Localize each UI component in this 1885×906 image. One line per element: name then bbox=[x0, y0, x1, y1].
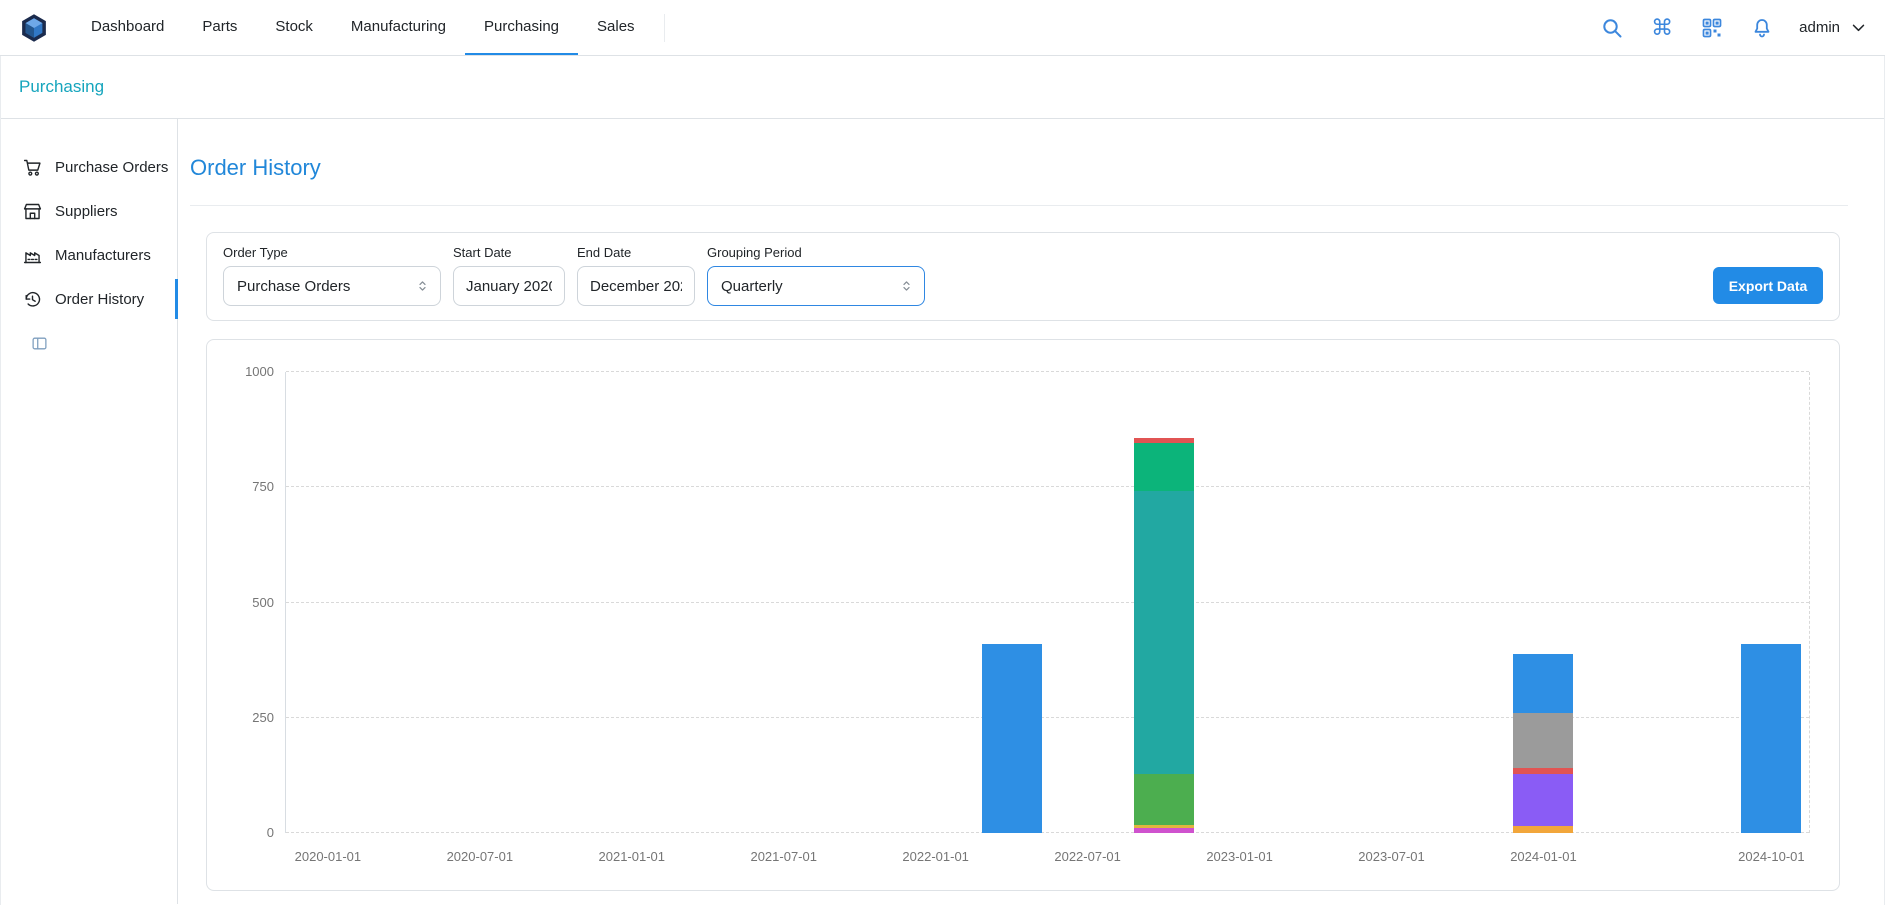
end-date-label: End Date bbox=[577, 245, 695, 260]
tab-manufacturing[interactable]: Manufacturing bbox=[332, 0, 465, 55]
x-tick-label: 2020-07-01 bbox=[447, 849, 514, 864]
end-date-group: End Date bbox=[577, 245, 695, 306]
bar-segment bbox=[1513, 826, 1573, 833]
x-tick-label: 2021-01-01 bbox=[599, 849, 666, 864]
x-tick-label: 2023-01-01 bbox=[1206, 849, 1273, 864]
main-tabs: Dashboard Parts Stock Manufacturing Purc… bbox=[72, 0, 654, 55]
filter-panel: Order Type Purchase Orders Start Date bbox=[206, 232, 1840, 321]
sidebar-item-label: Suppliers bbox=[55, 203, 118, 220]
y-gridline: 250 bbox=[286, 717, 1809, 718]
stacked-bar-2022-10-01[interactable] bbox=[1134, 438, 1194, 834]
grouping-period-select[interactable]: Quarterly bbox=[707, 266, 925, 306]
bar-segment bbox=[1513, 654, 1573, 713]
stacked-bar-2024-01-01[interactable] bbox=[1513, 654, 1573, 833]
bell-icon[interactable] bbox=[1749, 15, 1775, 41]
order-type-group: Order Type Purchase Orders bbox=[223, 245, 441, 306]
chevron-down-icon bbox=[1850, 19, 1867, 36]
order-type-label: Order Type bbox=[223, 245, 441, 260]
y-gridline: 0 bbox=[286, 832, 1809, 833]
tab-purchasing[interactable]: Purchasing bbox=[465, 0, 578, 55]
x-tick-label: 2021-07-01 bbox=[750, 849, 817, 864]
sidebar-item-purchase-orders[interactable]: Purchase Orders bbox=[1, 145, 177, 189]
order-type-select[interactable]: Purchase Orders bbox=[223, 266, 441, 306]
x-tick-label: 2023-07-01 bbox=[1358, 849, 1425, 864]
factory-icon bbox=[21, 244, 43, 266]
start-date-label: Start Date bbox=[453, 245, 565, 260]
bar-segment bbox=[1513, 774, 1573, 826]
tab-sales[interactable]: Sales bbox=[578, 0, 654, 55]
y-tick-label: 500 bbox=[252, 595, 274, 610]
navbar-divider bbox=[664, 14, 665, 42]
chart-panel: 0 250 500 750 1000 2020-01-01 2020-07-01 2021-0… bbox=[206, 339, 1840, 891]
sidebar-item-manufacturers[interactable]: Manufacturers bbox=[1, 233, 177, 277]
y-tick-label: 1000 bbox=[245, 364, 274, 379]
stacked-bar-2022-04-01[interactable] bbox=[982, 644, 1042, 833]
top-navbar: Dashboard Parts Stock Manufacturing Purc… bbox=[0, 0, 1885, 56]
sidebar-item-order-history[interactable]: Order History bbox=[1, 277, 177, 321]
sidebar: Purchase Orders Suppliers bbox=[1, 119, 178, 904]
order-type-value: Purchase Orders bbox=[237, 278, 350, 295]
grouping-period-value: Quarterly bbox=[721, 278, 783, 295]
y-tick-label: 250 bbox=[252, 710, 274, 725]
sidebar-item-label: Manufacturers bbox=[55, 247, 151, 264]
bar-segment bbox=[1134, 491, 1194, 774]
grouping-period-label: Grouping Period bbox=[707, 245, 925, 260]
chart-plot: 025050075010002020-01-012020-07-012021-0… bbox=[285, 372, 1810, 833]
breadcrumb-bar: Purchasing bbox=[1, 56, 1884, 119]
history-icon bbox=[21, 288, 43, 310]
content-area: Purchase Orders Suppliers bbox=[1, 119, 1884, 904]
navbar-actions: ⌘ admin bbox=[1599, 15, 1867, 41]
sidebar-item-label: Purchase Orders bbox=[55, 159, 168, 176]
bar-segment bbox=[1741, 644, 1801, 833]
select-chevrons-icon bbox=[415, 279, 430, 294]
y-tick-label: 0 bbox=[267, 825, 274, 840]
sidebar-collapse-button[interactable] bbox=[1, 335, 177, 352]
export-data-button[interactable]: Export Data bbox=[1713, 267, 1823, 304]
stacked-bar-2024-10-01[interactable] bbox=[1741, 644, 1801, 833]
bar-segment bbox=[1134, 443, 1194, 491]
shopping-cart-icon bbox=[21, 156, 43, 178]
breadcrumb[interactable]: Purchasing bbox=[19, 77, 104, 97]
x-tick-label: 2022-01-01 bbox=[902, 849, 969, 864]
user-menu[interactable]: admin bbox=[1799, 19, 1867, 36]
y-gridline: 750 bbox=[286, 486, 1809, 487]
page-frame: Purchasing Purchase Orders bbox=[0, 56, 1885, 905]
main-panel: Order History Order Type Purchase Orders bbox=[178, 119, 1884, 904]
tab-parts[interactable]: Parts bbox=[183, 0, 256, 55]
title-divider bbox=[190, 205, 1848, 206]
x-tick-label: 2020-01-01 bbox=[295, 849, 362, 864]
tab-stock[interactable]: Stock bbox=[256, 0, 332, 55]
grouping-period-group: Grouping Period Quarterly bbox=[707, 245, 925, 306]
sidebar-item-label: Order History bbox=[55, 291, 144, 308]
end-date-input[interactable] bbox=[577, 266, 695, 306]
building-store-icon bbox=[21, 200, 43, 222]
page-title: Order History bbox=[190, 155, 1848, 181]
bar-segment bbox=[1513, 713, 1573, 767]
search-icon[interactable] bbox=[1599, 15, 1625, 41]
x-tick-label: 2024-10-01 bbox=[1738, 849, 1805, 864]
username-label: admin bbox=[1799, 19, 1840, 36]
y-gridline: 1000 bbox=[286, 371, 1809, 372]
start-date-group: Start Date bbox=[453, 245, 565, 306]
bar-segment bbox=[1134, 774, 1194, 825]
x-tick-label: 2024-01-01 bbox=[1510, 849, 1577, 864]
y-tick-label: 750 bbox=[252, 479, 274, 494]
app-logo-icon[interactable] bbox=[18, 12, 50, 44]
y-gridline: 500 bbox=[286, 602, 1809, 603]
x-tick-label: 2022-07-01 bbox=[1054, 849, 1121, 864]
sidebar-item-suppliers[interactable]: Suppliers bbox=[1, 189, 177, 233]
bar-segment bbox=[982, 644, 1042, 833]
tab-dashboard[interactable]: Dashboard bbox=[72, 0, 183, 55]
select-chevrons-icon bbox=[899, 279, 914, 294]
start-date-input[interactable] bbox=[453, 266, 565, 306]
command-icon[interactable]: ⌘ bbox=[1649, 15, 1675, 41]
bar-segment bbox=[1134, 828, 1194, 833]
qr-grid-icon[interactable] bbox=[1699, 15, 1725, 41]
